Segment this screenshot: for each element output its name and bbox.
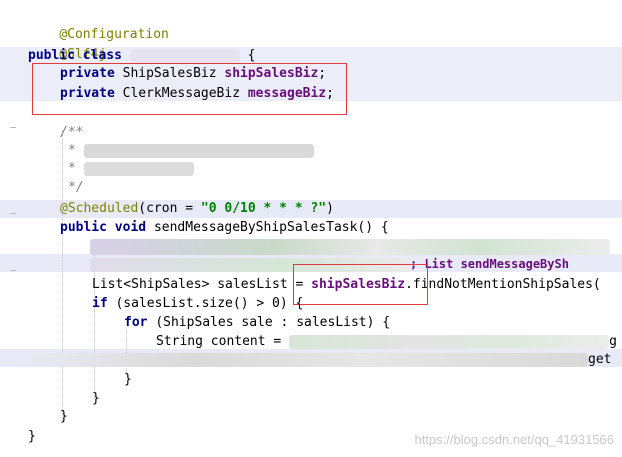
keyword-class: class — [82, 48, 122, 63]
blurred-class-name — [129, 48, 240, 63]
comment-line: /** — [60, 124, 622, 142]
list-decl-call: .findNotMentionShipSales( — [405, 277, 601, 292]
blurred-comment — [83, 143, 314, 158]
comment-star: * — [68, 161, 76, 176]
list-decl-start: List<ShipSales> salesList = — [92, 277, 312, 292]
indent-guide — [62, 130, 63, 420]
comment-line: */ — [68, 179, 622, 197]
code-line: @Slf4j — [28, 28, 622, 62]
close-brace: } — [92, 391, 100, 406]
comment-star: * — [68, 143, 76, 158]
code-line: } — [92, 390, 622, 408]
comment-open: /** — [60, 125, 84, 140]
if-condition: (salesList.size() > 0) { — [115, 296, 304, 311]
fold-marker-icon[interactable] — [10, 213, 16, 214]
code-line: public void sendMessageByShipSalesTask()… — [60, 219, 622, 237]
blurred-comment — [83, 161, 194, 176]
method-signature: sendMessageByShipSalesTask() { — [153, 220, 389, 235]
code-line: @Scheduled(cron = "0 0/10 * * * ?") — [60, 200, 622, 218]
keyword-public: public — [28, 48, 75, 63]
keyword-void: void — [114, 220, 147, 235]
blurred-line: get — [28, 351, 622, 369]
code-line: @Configuration — [28, 8, 622, 42]
cron-close: ) — [326, 201, 334, 216]
keyword-for: for — [124, 315, 148, 330]
keyword-public: public — [60, 220, 107, 235]
code-editor[interactable]: @Configuration @Slf4j public class { pri… — [0, 0, 622, 457]
tail-get: get — [588, 352, 612, 367]
partial-line-tail: ; List sendMessageBySh — [410, 257, 569, 271]
string-content: String content = — [156, 334, 290, 349]
cron-open: (cron = — [138, 201, 201, 216]
fold-marker-icon[interactable] — [10, 127, 16, 128]
close-brace: } — [60, 409, 68, 424]
comment-close: */ — [68, 180, 84, 195]
fold-marker-icon[interactable] — [10, 270, 16, 271]
blurred-code — [90, 238, 610, 255]
highlight-box-fields — [32, 63, 347, 115]
blurred-line — [90, 238, 622, 256]
watermark: https://blog.csdn.net/qq_41931566 — [414, 432, 615, 447]
comment-line: * — [68, 160, 622, 178]
open-brace: { — [247, 48, 256, 63]
cron-value: "0 0/10 * * * ?" — [200, 201, 327, 216]
blurred-code — [289, 334, 610, 349]
close-brace: } — [28, 429, 36, 444]
code-line: String content = g — [156, 333, 622, 351]
code-line: } — [60, 408, 622, 426]
annotation-scheduled: @Scheduled — [60, 201, 139, 216]
code-line: if (salesList.size() > 0) { — [92, 295, 622, 313]
close-brace: } — [124, 372, 132, 387]
blurred-code — [28, 352, 588, 367]
keyword-if: if — [92, 296, 108, 311]
tail-g: g — [609, 334, 617, 349]
comment-line: * — [68, 142, 622, 160]
code-line: for (ShipSales sale : salesList) { — [124, 314, 622, 332]
for-condition: (ShipSales sale : salesList) { — [155, 315, 391, 330]
code-line: } — [124, 371, 622, 389]
